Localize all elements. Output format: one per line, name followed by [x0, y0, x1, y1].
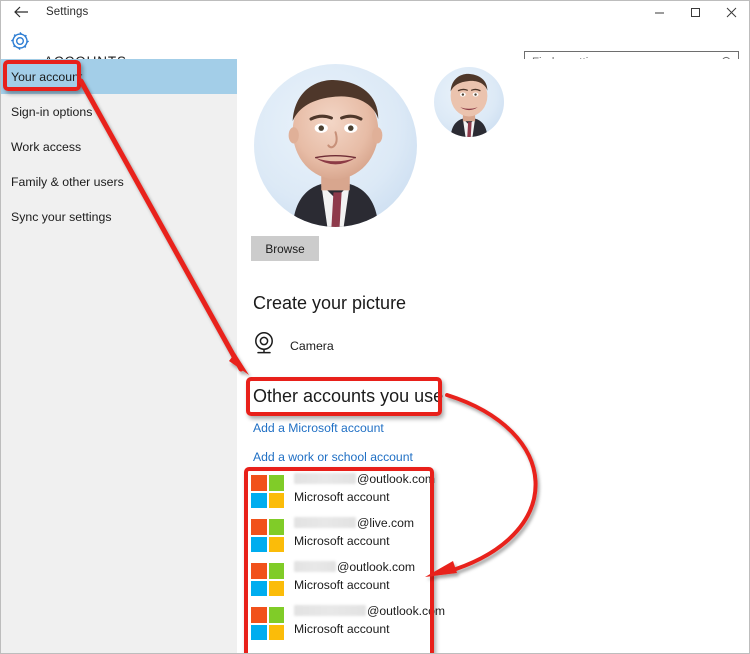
account-type: Microsoft account	[294, 534, 390, 548]
redacted-username	[294, 473, 356, 485]
add-work-school-account-link[interactable]: Add a work or school account	[253, 450, 413, 464]
sidebar-item-label: Sign-in options	[11, 104, 93, 119]
sidebar-item-label: Sync your settings	[11, 209, 112, 224]
microsoft-logo-icon	[251, 519, 284, 552]
account-type: Microsoft account	[294, 490, 390, 504]
minimize-button[interactable]	[641, 1, 677, 23]
account-email-domain: @outlook.com	[337, 560, 416, 574]
microsoft-logo-icon	[251, 607, 284, 640]
account-email: @outlook.com	[294, 472, 435, 486]
account-email: @live.com	[294, 516, 414, 530]
camera-option[interactable]: Camera	[251, 330, 334, 361]
add-microsoft-account-link[interactable]: Add a Microsoft account	[253, 421, 384, 435]
browse-button[interactable]: Browse	[251, 236, 319, 261]
avatar-thumbnail[interactable]	[434, 67, 504, 137]
accounts-list: @outlook.com Microsoft account @live.com Mi…	[251, 471, 461, 647]
account-type: Microsoft account	[294, 578, 390, 592]
close-button[interactable]	[713, 1, 749, 23]
account-email: @outlook.com	[294, 560, 415, 574]
account-type: Microsoft account	[294, 622, 390, 636]
window-title: Settings	[46, 6, 89, 18]
main-content: Browse Create your picture Camera Other …	[237, 59, 749, 653]
avatar[interactable]	[254, 64, 417, 227]
other-accounts-heading: Other accounts you use	[253, 386, 444, 406]
camera-icon	[251, 330, 277, 361]
account-email-domain: @live.com	[357, 516, 415, 530]
maximize-button[interactable]	[677, 1, 713, 23]
title-bar: Settings	[1, 1, 749, 23]
sidebar-item-work-access[interactable]: Work access	[1, 129, 237, 164]
camera-label: Camera	[290, 338, 334, 353]
sidebar-item-sync-your-settings[interactable]: Sync your settings	[1, 199, 237, 234]
account-list-item[interactable]: @outlook.com Microsoft account	[251, 559, 461, 603]
sidebar-item-family-other-users[interactable]: Family & other users	[1, 164, 237, 199]
sidebar-item-your-account[interactable]: Your account	[1, 59, 237, 94]
back-arrow-icon[interactable]	[1, 1, 41, 23]
sidebar-item-label: Work access	[11, 139, 82, 154]
sidebar-item-label: Your account	[11, 69, 83, 84]
account-email: @outlook.com	[294, 604, 445, 618]
settings-window: Settings ACCOUNTS	[0, 0, 750, 654]
microsoft-logo-icon	[251, 475, 284, 508]
create-picture-heading: Create your picture	[253, 293, 407, 313]
redacted-username	[294, 517, 356, 529]
redacted-username	[294, 561, 336, 573]
account-email-domain: @outlook.com	[357, 472, 436, 486]
sidebar-item-label: Family & other users	[11, 174, 124, 189]
redacted-username	[294, 605, 366, 617]
microsoft-logo-icon	[251, 563, 284, 596]
sidebar-item-sign-in-options[interactable]: Sign-in options	[1, 94, 237, 129]
account-list-item[interactable]: @outlook.com Microsoft account	[251, 471, 461, 515]
account-email-domain: @outlook.com	[367, 604, 446, 618]
gear-icon	[9, 30, 31, 52]
sidebar: Your account Sign-in options Work access…	[1, 59, 237, 653]
account-list-item[interactable]: @outlook.com Microsoft account	[251, 603, 461, 647]
account-list-item[interactable]: @live.com Microsoft account	[251, 515, 461, 559]
page-header: ACCOUNTS	[1, 23, 749, 74]
